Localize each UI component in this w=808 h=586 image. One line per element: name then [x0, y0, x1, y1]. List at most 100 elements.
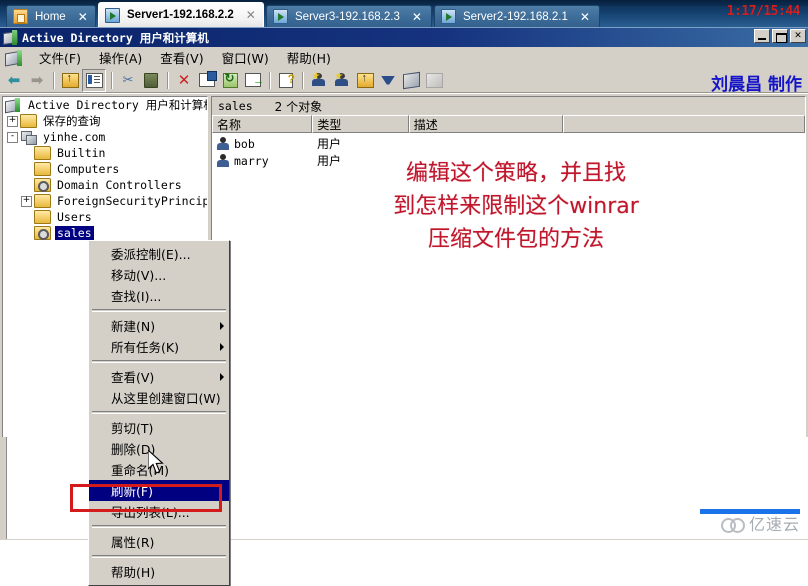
new-user-icon[interactable]: ★ [308, 70, 330, 91]
filter-icon[interactable] [377, 70, 399, 91]
tree-item-label: 保存的查询 [43, 114, 101, 128]
menu-item-label: 移动(V)... [111, 268, 167, 283]
menu-file[interactable]: 文件(F) [30, 46, 90, 69]
column-header-name[interactable]: 名称 [212, 115, 313, 133]
home-icon [13, 9, 28, 24]
close-icon[interactable]: ✕ [412, 10, 422, 24]
user-icon [216, 154, 230, 167]
menu-item-label: 剪切(T) [111, 421, 154, 436]
tree-item-users[interactable]: Users [3, 209, 207, 225]
refresh-icon[interactable] [219, 70, 241, 91]
window-controls: ✕ [754, 29, 806, 43]
console-icon[interactable] [400, 70, 422, 91]
paste-icon[interactable] [140, 70, 162, 91]
server-icon [273, 9, 288, 24]
cell-type: 用户 [317, 154, 342, 168]
close-icon[interactable]: ✕ [246, 8, 256, 22]
new-group-icon[interactable]: ★ [331, 70, 353, 91]
menu-item-move[interactable]: 移动(V)... [89, 264, 229, 285]
left-edge-strip [0, 437, 7, 539]
server-icon [441, 9, 456, 24]
rdp-tab-strip: Home ✕ Server1-192.168.2.2 ✕ Server3-192… [0, 0, 808, 27]
toolbar-separator [269, 71, 271, 89]
menu-item-cut[interactable]: 剪切(T) [89, 417, 229, 438]
rdp-tab-label: Server3-192.168.2.3 [295, 10, 400, 23]
help-icon[interactable] [275, 70, 297, 91]
close-icon[interactable]: ✕ [78, 10, 88, 24]
menu-help[interactable]: 帮助(H) [278, 46, 340, 69]
folder-icon [20, 114, 37, 128]
tree-item-foreign-security-principals[interactable]: + ForeignSecurityPrincipa [3, 193, 207, 209]
menu-window[interactable]: 窗口(W) [213, 46, 278, 69]
back-icon[interactable]: ⬅ [3, 70, 25, 91]
cell-name: bob [234, 136, 255, 151]
ou-folder-icon [34, 178, 51, 192]
folder-icon [34, 146, 51, 160]
menu-separator [92, 360, 226, 363]
tree-item-saved-queries[interactable]: + 保存的查询 [3, 113, 207, 129]
toolbar: ⬅ ➡ ✂ ✕ ★ ★ [0, 68, 808, 93]
tree-item-label: Builtin [57, 146, 106, 160]
mouse-cursor [148, 450, 164, 474]
tree-item-domain-controllers[interactable]: Domain Controllers [3, 177, 207, 193]
rdp-tab-server1[interactable]: Server1-192.168.2.2 ✕ [98, 2, 264, 27]
column-header-type[interactable]: 类型 [312, 115, 409, 133]
tree-item-computers[interactable]: Computers [3, 161, 207, 177]
close-button[interactable]: ✕ [790, 29, 806, 43]
expand-toggle-icon[interactable]: + [7, 115, 18, 127]
forward-icon[interactable]: ➡ [26, 70, 48, 91]
clock-overlay: 1:17/15:44 [726, 4, 801, 19]
tree-item-sales[interactable]: sales [3, 225, 207, 241]
rdp-tab-home[interactable]: Home ✕ [6, 5, 96, 27]
site-watermark-label: 亿速云 [748, 515, 800, 534]
show-hide-tree-icon[interactable] [82, 68, 106, 92]
cut-icon[interactable]: ✂ [117, 70, 139, 91]
rdp-tab-server2[interactable]: Server2-192.168.2.1 ✕ [434, 5, 600, 27]
table-row[interactable]: bob 用户 [212, 135, 805, 152]
menu-item-properties[interactable]: 属性(R) [89, 531, 229, 552]
menu-action[interactable]: 操作(A) [90, 46, 151, 69]
menu-item-new[interactable]: 新建(N) [89, 315, 229, 336]
menu-item-find[interactable]: 查找(I)... [89, 285, 229, 306]
table-row[interactable]: marry 用户 [212, 152, 805, 169]
chevron-right-icon [220, 343, 224, 351]
column-header-filler [562, 115, 805, 133]
menu-item-refresh[interactable]: 刷新(F) [89, 480, 229, 501]
menu-item-label: 查看(V) [111, 370, 155, 385]
column-header-description[interactable]: 描述 [408, 115, 563, 133]
menu-item-new-window-from-here[interactable]: 从这里创建窗口(W) [89, 387, 229, 408]
chevron-right-icon [220, 373, 224, 381]
tree-item-domain[interactable]: - yinhe.com [3, 129, 207, 145]
export-list-icon[interactable] [242, 70, 264, 91]
rdp-tab-label: Server2-192.168.2.1 [463, 10, 568, 23]
menu-item-label: 委派控制(E)... [111, 247, 191, 262]
rdp-tab-label: Server1-192.168.2.2 [127, 9, 234, 21]
menu-item-label: 刷新(F) [111, 484, 153, 499]
up-one-level-icon[interactable] [59, 70, 81, 91]
context-menu[interactable]: 委派控制(E)... 移动(V)... 查找(I)... 新建(N) 所有任务(… [88, 240, 230, 586]
menu-item-help[interactable]: 帮助(H) [89, 561, 229, 582]
menu-separator [92, 309, 226, 312]
menu-item-export-list[interactable]: 导出列表(L)... [89, 501, 229, 522]
menu-item-all-tasks[interactable]: 所有任务(K) [89, 336, 229, 357]
tree-item-root[interactable]: Active Directory 用户和计算机 [3, 97, 207, 113]
menu-item-delegate-control[interactable]: 委派控制(E)... [89, 243, 229, 264]
window-titlebar: Active Directory 用户和计算机 ✕ [0, 28, 808, 47]
expand-toggle-icon[interactable]: + [21, 195, 32, 207]
menu-view[interactable]: 查看(V) [151, 46, 212, 69]
minimize-button[interactable] [754, 29, 770, 43]
disabled-tool-icon [423, 70, 445, 91]
tree-item-label: ForeignSecurityPrincipa [57, 194, 208, 208]
maximize-button[interactable] [772, 29, 788, 43]
new-ou-icon[interactable] [354, 70, 376, 91]
tree-item-label: Active Directory 用户和计算机 [28, 98, 208, 112]
collapse-toggle-icon[interactable]: - [7, 131, 18, 143]
rdp-tab-server3[interactable]: Server3-192.168.2.3 ✕ [266, 5, 432, 27]
ad-console-icon [5, 98, 22, 112]
close-icon[interactable]: ✕ [580, 10, 590, 24]
properties-icon[interactable] [196, 70, 218, 91]
folder-icon [34, 194, 51, 208]
delete-icon[interactable]: ✕ [173, 70, 195, 91]
tree-item-builtin[interactable]: Builtin [3, 145, 207, 161]
menu-item-view[interactable]: 查看(V) [89, 366, 229, 387]
